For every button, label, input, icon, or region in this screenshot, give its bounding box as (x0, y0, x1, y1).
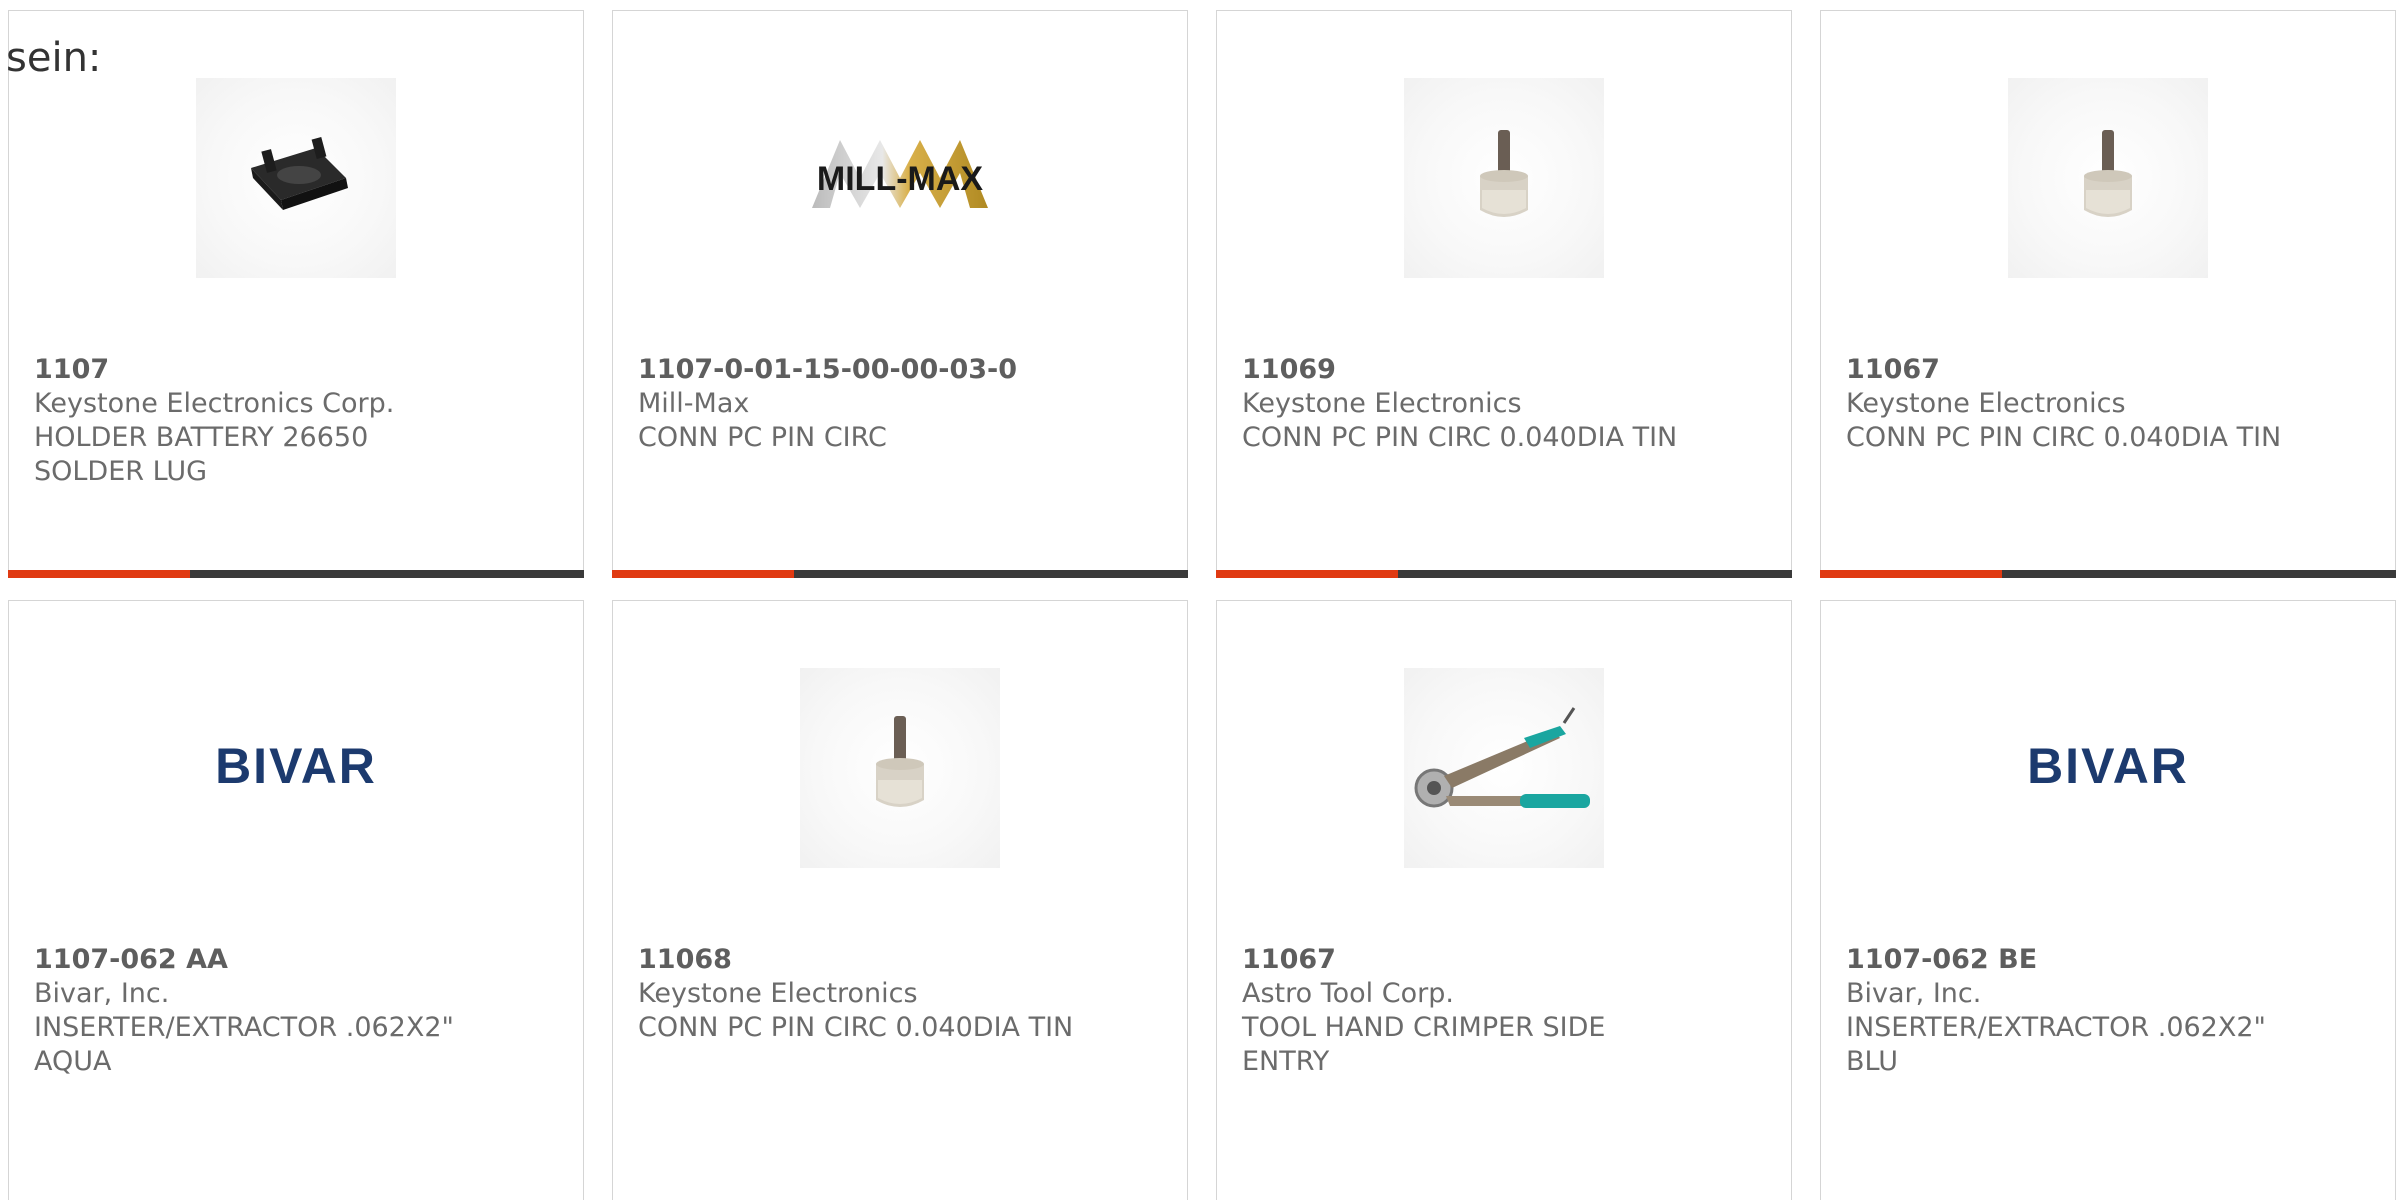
product-info: 1107-062 BE Bivar, Inc. INSERTER/EXTRACT… (1846, 943, 2375, 1079)
product-info: 11067 Keystone Electronics CONN PC PIN C… (1846, 353, 2375, 455)
card-bar (1216, 570, 1792, 578)
part-number[interactable]: 11067 (1846, 353, 2375, 387)
manufacturer: Keystone Electronics (1846, 388, 2126, 419)
manufacturer: Keystone Electronics (1242, 388, 1522, 419)
manufacturer: Bivar, Inc. (1846, 978, 1982, 1009)
description-line: INSERTER/EXTRACTOR .062X2" (1846, 1012, 2266, 1043)
card-bar-accent (8, 570, 190, 578)
part-number[interactable]: 11067 (1242, 943, 1771, 977)
product-card[interactable]: 11067 Keystone Electronics CONN PC PIN C… (1820, 10, 2396, 578)
description-line: INSERTER/EXTRACTOR .062X2" (34, 1012, 454, 1043)
product-card[interactable]: 11068 Keystone Electronics CONN PC PIN C… (612, 600, 1188, 1200)
product-info: 11067 Astro Tool Corp. TOOL HAND CRIMPER… (1242, 943, 1771, 1079)
product-info: 1107-062 AA Bivar, Inc. INSERTER/EXTRACT… (34, 943, 563, 1079)
card-bar (1820, 570, 2396, 578)
description-line: CONN PC PIN CIRC 0.040DIA TIN (1242, 422, 1678, 453)
lead-text: sein: (6, 35, 102, 81)
part-number[interactable]: 1107-0-01-15-00-00-03-0 (638, 353, 1167, 387)
pc-pin-photo[interactable] (2008, 78, 2208, 278)
product-card[interactable]: 11067 Astro Tool Corp. TOOL HAND CRIMPER… (1216, 600, 1792, 1200)
description-line: CONN PC PIN CIRC 0.040DIA TIN (1846, 422, 2282, 453)
bivar-logo[interactable]: BIVAR (196, 668, 396, 868)
manufacturer: Keystone Electronics (638, 978, 918, 1009)
card-bar-accent (1216, 570, 1398, 578)
description-line: CONN PC PIN CIRC (638, 422, 887, 453)
card-bar (8, 570, 584, 578)
product-card[interactable]: MILL-MAX 1107-0-01-15-00-00-03-0 Mill-Ma… (612, 10, 1188, 578)
mill-max-logo-text: MILL-MAX (817, 160, 984, 198)
product-info: 1107 Keystone Electronics Corp. HOLDER B… (34, 353, 563, 489)
bivar-logo-text: BIVAR (215, 738, 377, 794)
product-info: 1107-0-01-15-00-00-03-0 Mill-Max CONN PC… (638, 353, 1167, 455)
product-card[interactable]: 11069 Keystone Electronics CONN PC PIN C… (1216, 10, 1792, 578)
description-line: TOOL HAND CRIMPER SIDE (1242, 1012, 1606, 1043)
manufacturer: Keystone Electronics Corp. (34, 388, 395, 419)
battery-holder-photo[interactable] (196, 78, 396, 278)
description-line: AQUA (34, 1046, 112, 1077)
description-line: ENTRY (1242, 1046, 1330, 1077)
part-number[interactable]: 1107-062 AA (34, 943, 563, 977)
part-number[interactable]: 1107-062 BE (1846, 943, 2375, 977)
crimper-tool-photo[interactable] (1404, 668, 1604, 868)
bivar-logo[interactable]: BIVAR (2008, 668, 2208, 868)
card-bar-accent (1820, 570, 2002, 578)
mill-max-logo[interactable]: MILL-MAX (800, 78, 1000, 278)
product-info: 11069 Keystone Electronics CONN PC PIN C… (1242, 353, 1771, 455)
description-line: SOLDER LUG (34, 456, 208, 487)
product-card[interactable]: 1107 Keystone Electronics Corp. HOLDER B… (8, 10, 584, 578)
product-card[interactable]: BIVAR 1107-062 BE Bivar, Inc. INSERTER/E… (1820, 600, 2396, 1200)
description-line: CONN PC PIN CIRC 0.040DIA TIN (638, 1012, 1074, 1043)
pc-pin-photo[interactable] (800, 668, 1000, 868)
product-info: 11068 Keystone Electronics CONN PC PIN C… (638, 943, 1167, 1045)
part-number[interactable]: 11069 (1242, 353, 1771, 387)
bivar-logo-text: BIVAR (2027, 738, 2189, 794)
part-number[interactable]: 11068 (638, 943, 1167, 977)
description-line: BLU (1846, 1046, 1898, 1077)
manufacturer: Bivar, Inc. (34, 978, 170, 1009)
part-number[interactable]: 1107 (34, 353, 563, 387)
card-bar (612, 570, 1188, 578)
manufacturer: Mill-Max (638, 388, 750, 419)
product-card[interactable]: BIVAR 1107-062 AA Bivar, Inc. INSERTER/E… (8, 600, 584, 1200)
card-bar-accent (612, 570, 794, 578)
manufacturer: Astro Tool Corp. (1242, 978, 1454, 1009)
pc-pin-photo[interactable] (1404, 78, 1604, 278)
description-line: HOLDER BATTERY 26650 (34, 422, 369, 453)
